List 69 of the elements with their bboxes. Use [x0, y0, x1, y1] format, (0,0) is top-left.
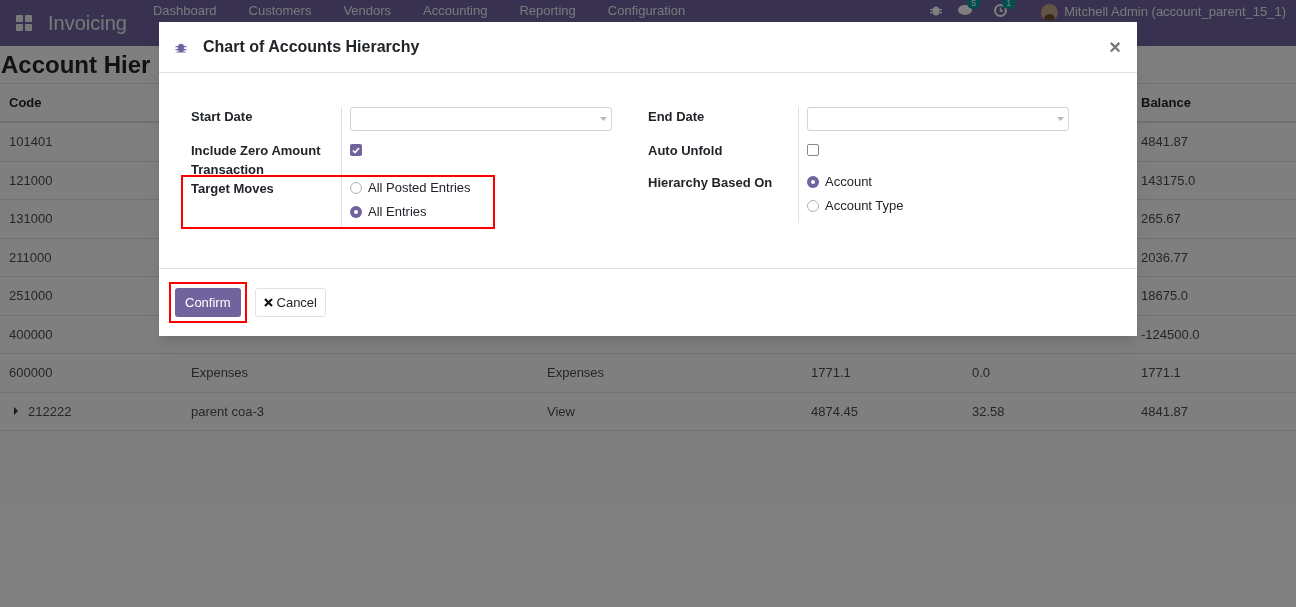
checkbox[interactable]: [350, 144, 362, 156]
close-button[interactable]: ×: [1109, 37, 1121, 57]
caret-down-icon: [1057, 117, 1064, 121]
table-cell-text: Expenses: [191, 364, 249, 382]
radio-label[interactable]: Account: [825, 172, 872, 192]
table-cell-text: 121000: [9, 171, 53, 190]
app-name[interactable]: Invoicing: [48, 8, 127, 38]
chat-icon[interactable]: [958, 4, 973, 16]
menu-item[interactable]: Dashboard: [152, 3, 217, 19]
date-field[interactable]: [807, 107, 1069, 131]
table-cell-text: 131000: [9, 210, 53, 228]
checkbox[interactable]: [807, 144, 819, 156]
radio-selected-icon[interactable]: [350, 206, 362, 218]
table-cell-text: Expenses: [547, 364, 605, 382]
menu-item[interactable]: Configuration: [607, 3, 686, 19]
field-label: Include Zero Amount Transaction: [191, 143, 321, 177]
table-cell-text: -124500.0: [1141, 325, 1200, 344]
table-cell-text: 4841.87: [1141, 133, 1188, 151]
apps-menu-icon[interactable]: [16, 15, 32, 31]
menu-item[interactable]: Reporting: [519, 3, 576, 19]
radio-icon[interactable]: [807, 200, 819, 212]
caret-right-icon[interactable]: [13, 407, 19, 416]
radio-label[interactable]: Account Type: [825, 196, 904, 216]
cancel-button[interactable]: Cancel: [254, 288, 326, 317]
table-cell-text: 2036.77: [1141, 248, 1188, 267]
column-header[interactable]: Code: [9, 92, 42, 113]
table-cell-text: 4841.87: [1141, 402, 1188, 421]
radio-selected-icon[interactable]: [807, 176, 819, 188]
table-cell-text: 101401: [9, 133, 53, 151]
table-cell-text: 18675.0: [1141, 287, 1188, 305]
activity-count-badge: 1: [1002, 0, 1016, 9]
clock-icon[interactable]: [994, 4, 1008, 17]
avatar-icon[interactable]: [1041, 4, 1059, 21]
confirm-button[interactable]: Confirm: [175, 288, 241, 317]
table-cell-text: 400000: [9, 325, 53, 344]
radio-label[interactable]: All Entries: [368, 202, 427, 222]
menu-item[interactable]: Accounting: [423, 3, 488, 19]
table-cell-text: 32.58: [972, 402, 1005, 421]
field-label: Auto Unfold: [648, 143, 723, 158]
table-cell-text: 265.67: [1141, 210, 1181, 228]
table-cell-text: 143175.0: [1141, 171, 1196, 190]
message-count-badge: 5: [967, 0, 981, 9]
field-label: Target Moves: [191, 181, 274, 196]
bug-icon[interactable]: [930, 4, 943, 16]
field-label: Hierarchy Based On: [648, 175, 773, 190]
table-cell-text: 4874.45: [811, 402, 858, 421]
close-icon: [263, 298, 273, 307]
table-cell-text: 600000: [9, 364, 53, 382]
table-cell-text: View: [547, 402, 575, 421]
table-cell-text: 251000: [9, 287, 53, 305]
bug-icon: [175, 41, 187, 53]
user-name[interactable]: Mitchell Admin (account_parent_15_1): [1064, 4, 1286, 20]
menu-item[interactable]: Vendors: [343, 3, 392, 19]
table-cell-text: 212222: [28, 402, 72, 421]
column-header[interactable]: Balance: [1141, 92, 1191, 113]
date-field[interactable]: [350, 107, 612, 131]
table-cell-text: 0.0: [972, 364, 991, 382]
field-label: Start Date: [191, 109, 253, 124]
field-label: End Date: [648, 109, 705, 124]
table-cell-text: 1771.1: [1141, 364, 1181, 382]
caret-down-icon: [600, 117, 607, 121]
radio-label[interactable]: All Posted Entries: [368, 178, 471, 198]
page-title: Account Hier: [0, 49, 151, 80]
table-cell-text: 211000: [9, 248, 52, 267]
table-cell-text: 1771.1: [811, 364, 851, 382]
menu-item[interactable]: Customers: [248, 3, 312, 19]
radio-icon[interactable]: [350, 182, 362, 194]
dialog-title: Chart of Accounts Hierarchy: [203, 37, 420, 57]
table-cell-text: parent coa-3: [191, 402, 264, 421]
